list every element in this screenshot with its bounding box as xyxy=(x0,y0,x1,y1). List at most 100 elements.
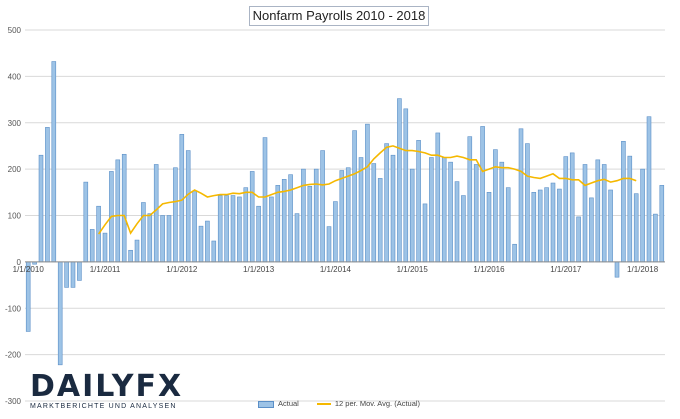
bar xyxy=(435,132,441,263)
x-tick-label: 1/1/2010 xyxy=(13,265,45,274)
actual-bars xyxy=(25,61,665,366)
y-tick-label: 500 xyxy=(8,26,22,35)
bar xyxy=(390,154,396,263)
bar xyxy=(441,157,447,263)
bar xyxy=(512,243,517,263)
bar xyxy=(339,170,345,263)
bar xyxy=(358,157,364,263)
y-tick-label: 200 xyxy=(8,165,22,174)
bar xyxy=(217,195,223,263)
bar xyxy=(70,261,76,288)
chart-title: Nonfarm Payrolls 2010 - 2018 xyxy=(249,6,429,26)
bar xyxy=(518,128,524,263)
x-axis-tick-labels: 1/1/2010 1/1/2011 1/1/2012 1/1/2013 1/1/2014… xyxy=(13,265,659,274)
logo-wordmark: DAILYFX xyxy=(30,372,183,402)
logo-word-left: DAILY xyxy=(30,369,136,404)
bar xyxy=(659,185,665,263)
bar xyxy=(397,98,402,263)
bar xyxy=(160,215,165,263)
bar xyxy=(173,167,178,263)
bar xyxy=(198,225,204,263)
bar xyxy=(102,232,108,263)
bar xyxy=(646,116,652,263)
bar xyxy=(121,153,127,263)
bar xyxy=(288,174,293,263)
bar xyxy=(544,187,549,263)
bar xyxy=(614,261,620,278)
bar xyxy=(134,239,140,263)
bar xyxy=(448,161,453,263)
bar xyxy=(326,226,332,263)
bar xyxy=(301,168,306,263)
bar xyxy=(653,213,658,263)
bar xyxy=(352,130,357,263)
bar xyxy=(371,163,377,263)
bar xyxy=(128,249,133,263)
bar xyxy=(153,164,159,263)
legend-actual-label: Actual xyxy=(278,399,299,408)
bar xyxy=(205,220,210,263)
bar xyxy=(313,168,319,263)
bar xyxy=(307,185,313,263)
bar xyxy=(147,213,153,263)
bar xyxy=(409,168,415,263)
x-tick-label: 1/1/2016 xyxy=(473,265,505,274)
bar xyxy=(185,150,191,263)
bar xyxy=(627,155,633,263)
bar xyxy=(83,181,89,263)
bar xyxy=(576,216,581,263)
bar xyxy=(467,136,473,263)
bar xyxy=(243,187,249,263)
bar xyxy=(563,156,569,263)
bar xyxy=(333,201,338,263)
x-tick-label: 1/1/2013 xyxy=(243,265,275,274)
bar xyxy=(461,195,466,263)
bar xyxy=(192,190,197,263)
logo-word-right: FX xyxy=(135,369,184,404)
y-tick-label: 100 xyxy=(8,212,22,221)
bar xyxy=(89,229,95,263)
bar xyxy=(422,203,428,263)
bar xyxy=(480,126,485,263)
x-tick-label: 1/1/2017 xyxy=(550,265,582,274)
bar xyxy=(499,161,505,263)
bar xyxy=(237,196,242,263)
bar xyxy=(537,189,543,263)
bar xyxy=(633,193,639,263)
y-tick-label: -200 xyxy=(5,351,22,360)
bar xyxy=(224,195,229,263)
bar xyxy=(230,195,236,263)
bar xyxy=(211,240,217,263)
bar xyxy=(384,143,389,263)
dailyfx-logo: DAILYFX MARKTBERICHTE UND ANALYSEN xyxy=(30,372,205,414)
x-tick-label: 1/1/2012 xyxy=(166,265,198,274)
bar xyxy=(621,141,626,263)
legend-line-swatch xyxy=(316,403,331,406)
bar xyxy=(608,189,613,263)
legend-bar-swatch xyxy=(258,400,274,408)
bar xyxy=(403,108,409,263)
bar xyxy=(582,164,588,263)
chart-legend: Actual 12 per. Mov. Avg. (Actual) xyxy=(258,399,420,408)
y-tick-label: -100 xyxy=(5,304,22,313)
bar xyxy=(275,185,281,263)
x-tick-label: 1/1/2015 xyxy=(397,265,429,274)
x-tick-label: 1/1/2014 xyxy=(320,265,352,274)
bar xyxy=(141,202,146,263)
bar xyxy=(557,188,562,263)
bar xyxy=(249,171,255,263)
bar xyxy=(416,140,421,263)
bar xyxy=(454,181,460,263)
bar xyxy=(365,123,370,263)
bar xyxy=(640,168,645,263)
bar xyxy=(531,192,537,263)
bar xyxy=(294,213,300,263)
legend-moving-avg-label: 12 per. Mov. Avg. (Actual) xyxy=(334,399,421,408)
bar xyxy=(77,261,82,281)
bar xyxy=(473,164,479,263)
x-tick-label: 1/1/2018 xyxy=(627,265,659,274)
bar xyxy=(262,137,268,263)
bar xyxy=(45,127,50,263)
bar xyxy=(115,159,121,263)
bar xyxy=(486,192,492,263)
